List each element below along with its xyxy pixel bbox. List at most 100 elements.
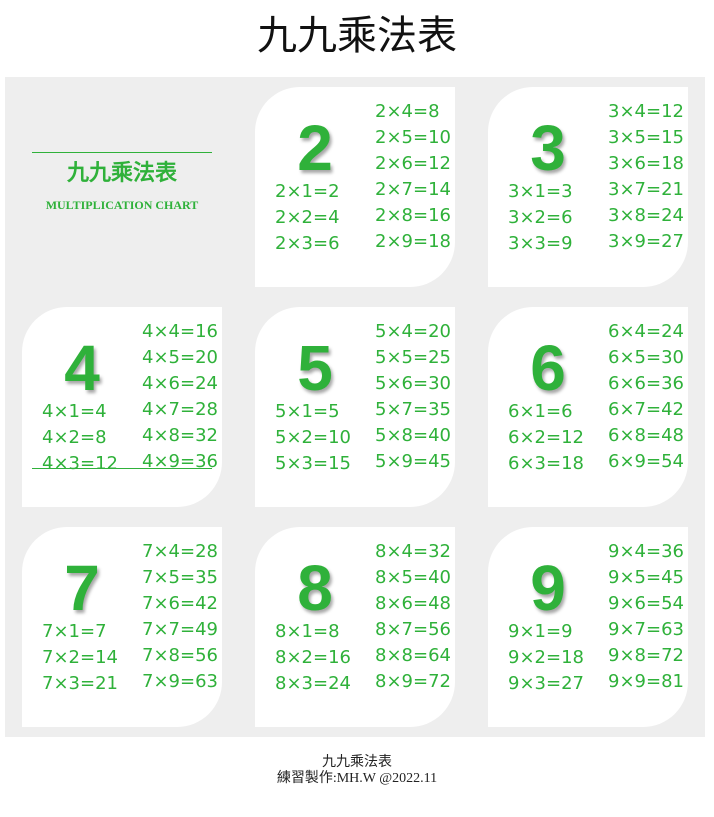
equation: 8×2=16 <box>275 647 351 668</box>
multiplication-board: 九九乘法表 MULTIPLICATION CHART 2 2×1=2 2×2=4… <box>5 77 705 737</box>
equation: 5×3=15 <box>275 453 351 474</box>
equation: 2×2=4 <box>275 207 340 228</box>
equation-column-right: 2×4=8 2×5=10 2×6=12 2×7=14 2×8=16 2×9=18 <box>375 99 451 255</box>
equation: 4×5=20 <box>142 347 218 368</box>
equation-column-left: 4×1=4 4×2=8 4×3=12 <box>42 399 118 477</box>
equation: 6×5=30 <box>608 347 684 368</box>
equation: 7×2=14 <box>42 647 118 668</box>
equation: 3×8=24 <box>608 205 684 226</box>
footer-title: 九九乘法表 <box>322 755 392 770</box>
equation: 5×8=40 <box>375 425 451 446</box>
underline-divider <box>32 468 212 469</box>
equation: 4×7=28 <box>142 399 218 420</box>
equation-column-right: 5×4=20 5×5=25 5×6=30 5×7=35 5×8=40 5×9=4… <box>375 319 451 475</box>
equation: 8×8=64 <box>375 645 451 666</box>
equation: 6×8=48 <box>608 425 684 446</box>
equation: 5×4=20 <box>375 321 451 342</box>
equation: 6×7=42 <box>608 399 684 420</box>
equation: 7×9=63 <box>142 671 218 692</box>
equation-column-right: 6×4=24 6×5=30 6×6=36 6×7=42 6×8=48 6×9=5… <box>608 319 684 475</box>
equation: 8×1=8 <box>275 621 340 642</box>
table-number: 9 <box>530 552 566 624</box>
equation: 2×3=6 <box>275 233 340 254</box>
equation: 5×1=5 <box>275 401 340 422</box>
equation: 7×1=7 <box>42 621 107 642</box>
equation: 9×8=72 <box>608 645 684 666</box>
equation: 4×1=4 <box>42 401 107 422</box>
equation: 2×6=12 <box>375 153 451 174</box>
equation: 4×3=12 <box>42 453 118 474</box>
equation: 9×3=27 <box>508 673 584 694</box>
equation: 8×3=24 <box>275 673 351 694</box>
equation: 6×3=18 <box>508 453 584 474</box>
equation: 7×7=49 <box>142 619 218 640</box>
equation: 9×5=45 <box>608 567 684 588</box>
equation-column-left: 7×1=7 7×2=14 7×3=21 <box>42 619 118 697</box>
table-card-8: 8 8×1=8 8×2=16 8×3=24 8×4=32 8×5=40 8×6=… <box>255 527 455 727</box>
equation: 7×8=56 <box>142 645 218 666</box>
equation: 5×9=45 <box>375 451 451 472</box>
equation: 7×3=21 <box>42 673 118 694</box>
table-number: 5 <box>297 332 333 404</box>
table-number: 4 <box>64 332 100 404</box>
equation: 4×8=32 <box>142 425 218 446</box>
equation: 9×1=9 <box>508 621 573 642</box>
table-number: 2 <box>297 112 333 184</box>
table-card-9: 9 9×1=9 9×2=18 9×3=27 9×4=36 9×5=45 9×6=… <box>488 527 688 727</box>
equation-column-left: 2×1=2 2×2=4 2×3=6 <box>275 179 340 257</box>
equation: 3×2=6 <box>508 207 573 228</box>
equation: 2×7=14 <box>375 179 451 200</box>
equation: 2×1=2 <box>275 181 340 202</box>
equation: 3×7=21 <box>608 179 684 200</box>
equation: 3×5=15 <box>608 127 684 148</box>
equation: 4×4=16 <box>142 321 218 342</box>
equation: 5×6=30 <box>375 373 451 394</box>
table-card-2: 2 2×1=2 2×2=4 2×3=6 2×4=8 2×5=10 2×6=12 … <box>255 87 455 287</box>
equation: 3×6=18 <box>608 153 684 174</box>
equation: 3×3=9 <box>508 233 573 254</box>
equation-column-left: 3×1=3 3×2=6 3×3=9 <box>508 179 573 257</box>
equation-column-right: 3×4=12 3×5=15 3×6=18 3×7=21 3×8=24 3×9=2… <box>608 99 684 255</box>
equation: 9×6=54 <box>608 593 684 614</box>
equation-column-right: 8×4=32 8×5=40 8×6=48 8×7=56 8×8=64 8×9=7… <box>375 539 451 695</box>
equation: 6×2=12 <box>508 427 584 448</box>
equation: 4×9=36 <box>142 451 218 472</box>
table-number: 6 <box>530 332 566 404</box>
equation: 2×5=10 <box>375 127 451 148</box>
equation-column-left: 5×1=5 5×2=10 5×3=15 <box>275 399 351 477</box>
table-number: 3 <box>530 112 566 184</box>
equation-column-left: 9×1=9 9×2=18 9×3=27 <box>508 619 584 697</box>
equation-column-right: 9×4=36 9×5=45 9×6=54 9×7=63 9×8=72 9×9=8… <box>608 539 684 695</box>
equation: 6×4=24 <box>608 321 684 342</box>
table-card-4: 4 4×1=4 4×2=8 4×3=12 4×4=16 4×5=20 4×6=2… <box>22 307 222 507</box>
equation-column-left: 8×1=8 8×2=16 8×3=24 <box>275 619 351 697</box>
table-card-3: 3 3×1=3 3×2=6 3×3=9 3×4=12 3×5=15 3×6=18… <box>488 87 688 287</box>
footer-credit: 練習製作:MH.W @2022.11 <box>276 771 438 786</box>
cover-subtitle: MULTIPLICATION CHART <box>45 198 199 212</box>
equation: 9×7=63 <box>608 619 684 640</box>
equation: 8×9=72 <box>375 671 451 692</box>
footer: 九九乘法表 練習製作:MH.W @2022.11 <box>0 755 714 787</box>
equation: 7×5=35 <box>142 567 218 588</box>
equation-column-left: 6×1=6 6×2=12 6×3=18 <box>508 399 584 477</box>
equation: 2×9=18 <box>375 231 451 252</box>
equation: 2×4=8 <box>375 101 440 122</box>
table-number: 7 <box>64 552 100 624</box>
equation: 7×6=42 <box>142 593 218 614</box>
equation: 2×8=16 <box>375 205 451 226</box>
page-title: 九九乘法表 <box>257 13 457 59</box>
equation: 6×1=6 <box>508 401 573 422</box>
equation: 6×9=54 <box>608 451 684 472</box>
equation: 3×9=27 <box>608 231 684 252</box>
equation: 8×7=56 <box>375 619 451 640</box>
equation: 7×4=28 <box>142 541 218 562</box>
cover-divider-line <box>32 152 212 153</box>
equation: 4×6=24 <box>142 373 218 394</box>
equation: 9×2=18 <box>508 647 584 668</box>
cover-title: 九九乘法表 <box>66 161 177 186</box>
table-card-5: 5 5×1=5 5×2=10 5×3=15 5×4=20 5×5=25 5×6=… <box>255 307 455 507</box>
equation-column-right: 4×4=16 4×5=20 4×6=24 4×7=28 4×8=32 4×9=3… <box>142 319 218 475</box>
table-card-7: 7 7×1=7 7×2=14 7×3=21 7×4=28 7×5=35 7×6=… <box>22 527 222 727</box>
equation: 8×5=40 <box>375 567 451 588</box>
equation: 8×6=48 <box>375 593 451 614</box>
